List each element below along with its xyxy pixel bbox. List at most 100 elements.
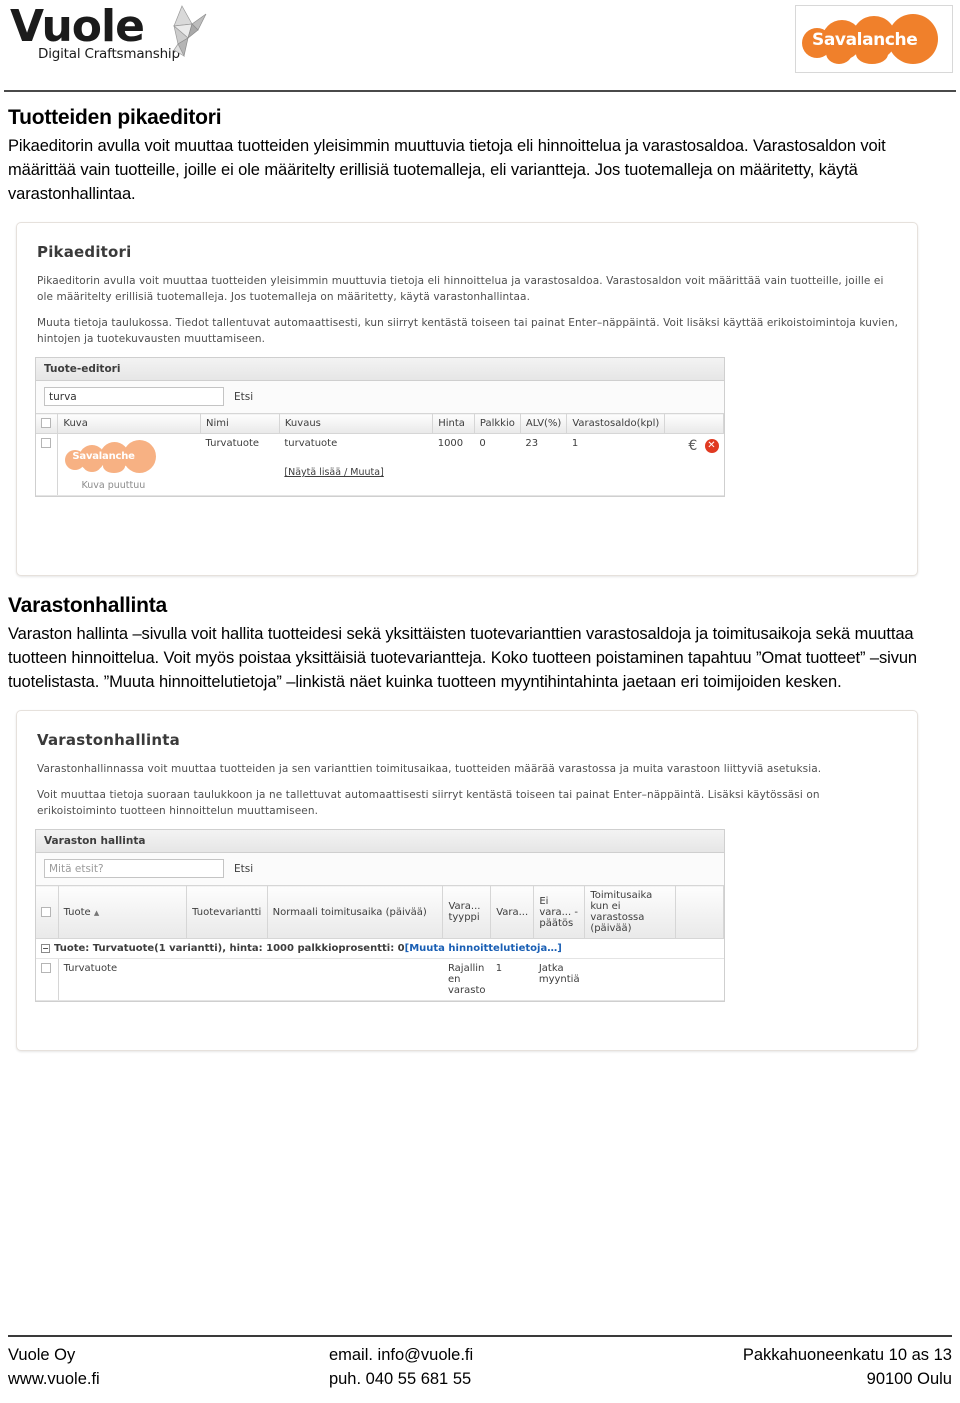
footer-address-block: Pakkahuoneenkatu 10 as 13 90100 Oulu — [640, 1343, 952, 1391]
cell-actions: € ✕ — [664, 433, 724, 496]
app-heading-varastonhallinta: Varastonhallinta — [37, 731, 180, 749]
footer-email[interactable]: email. info@vuole.fi — [329, 1343, 641, 1367]
cell-kuvaus: turvatuote [Näytä lisää / Muuta] — [279, 433, 433, 496]
screenshot-varastonhallinta: Varastonhallinta Varastonhallinnassa voi… — [16, 710, 918, 1051]
col-nimi[interactable]: Nimi — [200, 413, 280, 434]
footer-divider — [8, 1335, 952, 1337]
col-toimitusaika-kun-ei-varastossa[interactable]: Toimitusaika kun ei varastossa (päivää) — [584, 885, 676, 939]
screenshot-1-bottom-space — [35, 497, 899, 557]
widget-title-tuote-editori: Tuote-editori — [36, 358, 724, 381]
row-checkbox[interactable] — [41, 438, 51, 448]
select-all-checkbox-2[interactable] — [41, 906, 51, 917]
footer-company-block: Vuole Oy www.vuole.fi — [8, 1343, 329, 1391]
cell-tuotevariantti[interactable] — [186, 958, 268, 1001]
row-select-cell-2[interactable] — [36, 958, 59, 1001]
col-tuote-label: Tuote — [63, 906, 91, 918]
footer-city: 90100 Oulu — [866, 1370, 952, 1388]
app2-intro-2: Voit muuttaa tietoja suoraan taulukkoon … — [37, 789, 820, 817]
widget-title-varaston-hallinta: Varaston hallinta — [36, 830, 724, 853]
product-editor-table: Kuva Nimi Kuvaus Hinta Palkkio ALV(%) Va… — [36, 413, 724, 496]
col-actions-2 — [675, 885, 725, 939]
search-button-2[interactable]: Etsi — [234, 863, 253, 875]
col-actions — [664, 413, 724, 434]
app-intro-1: Pikaeditorin avulla voit muuttaa tuottei… — [37, 275, 884, 303]
edit-pricing-link[interactable]: [Muuta hinnoittelutietoja…] — [405, 943, 562, 954]
select-all-header[interactable] — [36, 413, 59, 434]
screenshot-2-bottom-space — [35, 1002, 899, 1032]
row-select-cell[interactable] — [36, 433, 59, 496]
thumbnail-wordmark: Savalanche — [72, 451, 135, 462]
pricing-euro-icon[interactable]: € — [688, 438, 697, 454]
table-header-row: Kuva Nimi Kuvaus Hinta Palkkio ALV(%) Va… — [36, 413, 724, 434]
footer-columns: Vuole Oy www.vuole.fi email. info@vuole.… — [8, 1343, 952, 1391]
footer-phone: puh. 040 55 681 55 — [328, 1370, 472, 1388]
select-all-header-2[interactable] — [36, 885, 59, 939]
table-row: Turvatuote Rajallin en varasto 1 Jatka m… — [36, 958, 724, 1001]
app-intro-2: Muuta tietoja taulukossa. Tiedot tallent… — [37, 317, 899, 345]
section-paragraph-pikaeditori: Pikaeditorin avulla voit muuttaa tuottei… — [8, 137, 886, 203]
cell-toimitusaika-kun-ei-varastossa[interactable] — [584, 958, 676, 1001]
col-normaali-toimitusaika[interactable]: Normaali toimitusaika (päivää) — [267, 885, 444, 939]
search-bar-2: Mitä etsit? Etsi — [36, 853, 724, 885]
cell-hinta[interactable]: 1000 — [432, 433, 475, 496]
cell-varastosaldo[interactable]: 1 — [566, 433, 665, 496]
col-alv[interactable]: ALV(%) — [520, 413, 568, 434]
group-row-cell: − Tuote: Turvatuote(1 variantti), hinta: … — [36, 938, 724, 959]
group-collapse-icon[interactable]: − — [41, 943, 50, 953]
footer-address: Pakkahuoneenkatu 10 as 13 — [742, 1346, 952, 1364]
savalanche-logo: Savalanche — [795, 5, 953, 73]
row-checkbox-2[interactable] — [41, 963, 51, 973]
col-varastosaldo[interactable]: Varastosaldo(kpl) — [566, 413, 666, 434]
search-bar: turva Etsi — [36, 381, 724, 413]
table-row: Savalanche Kuva puuttuu Turvatuote turva… — [36, 433, 724, 496]
col-ei-varastossa-paatos[interactable]: Ei vara... -päätös — [533, 885, 586, 939]
sort-ascending-icon: ▲ — [93, 908, 100, 917]
section-title-pikaeditori: Tuotteiden pikaeditori — [8, 106, 222, 129]
col-hinta[interactable]: Hinta — [432, 413, 475, 434]
cell-actions-2 — [675, 958, 724, 1001]
vuole-logo: Vuole Digital Craftsmanship — [8, 4, 207, 76]
cell-alv[interactable]: 23 — [520, 433, 567, 496]
page-header: Vuole Digital Craftsmanship Savalanche — [0, 0, 960, 82]
kuvaus-value[interactable]: turvatuote — [284, 438, 427, 449]
cell-normaali-toimitusaika[interactable] — [267, 958, 443, 1001]
origami-bird-icon — [173, 5, 207, 58]
savalanche-wordmark: Savalanche — [812, 30, 918, 50]
search-input-2[interactable]: Mitä etsit? — [44, 859, 224, 878]
select-all-checkbox[interactable] — [41, 418, 51, 428]
col-palkkio[interactable]: Palkkio — [474, 413, 521, 434]
col-varastotyyppi[interactable]: Vara... tyyppi — [442, 885, 492, 939]
app-heading-pikaeditori: Pikaeditori — [37, 243, 132, 261]
cell-tuote[interactable]: Turvatuote — [58, 958, 187, 1001]
search-input[interactable]: turva — [44, 387, 224, 406]
table-group-row: − Tuote: Turvatuote(1 variantti), hinta: … — [36, 938, 724, 959]
cell-ei-varastossa-paatos[interactable]: Jatka myyntiä — [533, 958, 585, 1001]
cell-varasto[interactable]: 1 — [490, 958, 534, 1001]
col-kuva[interactable]: Kuva — [57, 413, 202, 434]
thumbnail-caption: Kuva puuttuu — [81, 480, 146, 491]
group-row-text: Tuote: Turvatuote(1 variantti), hinta: 1… — [54, 943, 405, 954]
product-thumbnail[interactable]: Savalanche — [63, 438, 163, 474]
savalanche-blobs: Savalanche — [796, 6, 952, 72]
col-tuotevariantti[interactable]: Tuotevariantti — [186, 885, 268, 939]
search-button[interactable]: Etsi — [234, 391, 253, 403]
tuote-editori-widget: Tuote-editori turva Etsi Kuva Nimi Kuvau… — [35, 357, 725, 497]
inventory-table: Tuote ▲ Tuotevariantti Normaali toimitus… — [36, 885, 725, 1001]
show-more-link[interactable]: [Näytä lisää / Muuta] — [284, 467, 383, 478]
footer-website[interactable]: www.vuole.fi — [8, 1367, 329, 1391]
varaston-hallinta-widget: Varaston hallinta Mitä etsit? Etsi Tuote… — [35, 829, 725, 1002]
footer-contact-block: email. info@vuole.fi puh. 040 55 681 55 — [329, 1343, 641, 1391]
col-varasto[interactable]: Vara... — [490, 885, 535, 939]
document-body: Tuotteiden pikaeditori Pikaeditorin avul… — [0, 92, 960, 1051]
cell-kuva: Savalanche Kuva puuttuu — [57, 433, 201, 496]
cell-varastotyyppi[interactable]: Rajallin en varasto — [442, 958, 491, 1001]
footer-company: Vuole Oy — [8, 1346, 76, 1364]
col-tuote[interactable]: Tuote ▲ — [58, 885, 188, 939]
col-kuvaus[interactable]: Kuvaus — [279, 413, 434, 434]
cell-nimi[interactable]: Turvatuote — [200, 433, 280, 496]
delete-icon[interactable]: ✕ — [704, 439, 719, 453]
app2-intro-1: Varastonhallinnassa voit muuttaa tuottei… — [37, 763, 822, 775]
screenshot-pikaeditori: Pikaeditori Pikaeditorin avulla voit muu… — [16, 222, 918, 576]
cell-palkkio[interactable]: 0 — [474, 433, 521, 496]
table-header-row-2: Tuote ▲ Tuotevariantti Normaali toimitus… — [36, 885, 725, 939]
